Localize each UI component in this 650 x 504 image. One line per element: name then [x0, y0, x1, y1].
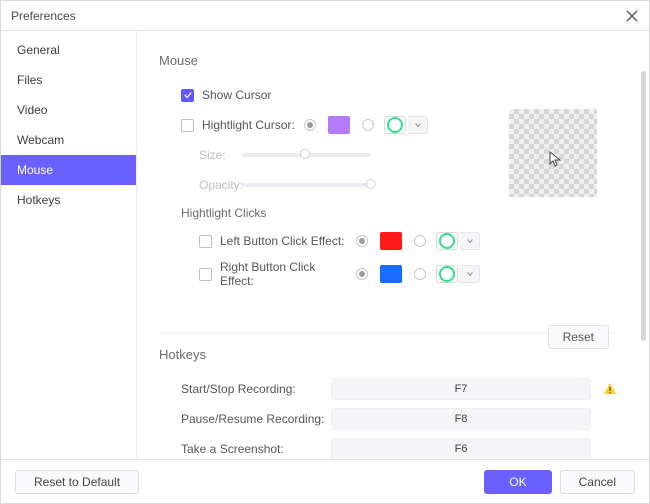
- sidebar-item-video[interactable]: Video: [1, 95, 136, 125]
- ok-button[interactable]: OK: [484, 470, 551, 494]
- right-click-ring-dropdown[interactable]: [460, 265, 480, 283]
- left-click-checkbox[interactable]: [199, 235, 212, 248]
- hotkey-label-pause: Pause/Resume Recording:: [181, 412, 331, 426]
- highlight-color-ring-radio[interactable]: [362, 119, 374, 131]
- window-title: Preferences: [11, 9, 625, 23]
- close-icon[interactable]: [625, 9, 639, 23]
- right-click-solid-radio[interactable]: [356, 268, 368, 280]
- show-cursor-checkbox[interactable]: [181, 89, 194, 102]
- opacity-label: Opacity:: [199, 178, 241, 192]
- size-slider-thumb[interactable]: [300, 149, 310, 159]
- highlight-cursor-label: Hightlight Cursor:: [202, 118, 298, 132]
- left-click-ring-dropdown[interactable]: [460, 232, 480, 250]
- scrollbar-thumb[interactable]: [641, 71, 646, 341]
- left-click-ring-swatch[interactable]: [436, 232, 458, 250]
- cursor-icon: [549, 151, 565, 167]
- left-click-label: Left Button Click Effect:: [220, 234, 350, 248]
- sidebar: General Files Video Webcam Mouse Hotkeys: [1, 31, 137, 459]
- sidebar-item-webcam[interactable]: Webcam: [1, 125, 136, 155]
- warning-icon: [603, 382, 617, 396]
- show-cursor-label: Show Cursor: [202, 88, 271, 102]
- sidebar-item-hotkeys[interactable]: Hotkeys: [1, 185, 136, 215]
- reset-to-default-button[interactable]: Reset to Default: [15, 470, 139, 494]
- hotkey-label-startstop: Start/Stop Recording:: [181, 382, 331, 396]
- sidebar-item-mouse[interactable]: Mouse: [1, 155, 136, 185]
- right-click-ring-radio[interactable]: [414, 268, 426, 280]
- hotkey-field-screenshot[interactable]: F6: [331, 438, 591, 459]
- opacity-slider-thumb[interactable]: [366, 179, 376, 189]
- hotkey-label-screenshot: Take a Screenshot:: [181, 442, 331, 456]
- hotkey-field-pause[interactable]: F8: [331, 408, 591, 430]
- preferences-window: Preferences General Files Video Webcam M…: [0, 0, 650, 504]
- highlight-color-solid-radio[interactable]: [304, 119, 316, 131]
- highlight-color-swatch[interactable]: [328, 116, 350, 134]
- sidebar-item-general[interactable]: General: [1, 35, 136, 65]
- right-click-swatch[interactable]: [380, 265, 402, 283]
- right-click-ring-swatch[interactable]: [436, 265, 458, 283]
- footer: Reset to Default OK Cancel: [1, 459, 649, 503]
- opacity-slider[interactable]: [241, 183, 371, 187]
- size-slider[interactable]: [241, 153, 371, 157]
- left-click-swatch[interactable]: [380, 232, 402, 250]
- titlebar: Preferences: [1, 1, 649, 31]
- section-heading-mouse: Mouse: [159, 53, 617, 68]
- highlight-cursor-checkbox[interactable]: [181, 119, 194, 132]
- reset-button[interactable]: Reset: [548, 325, 609, 349]
- section-heading-hotkeys: Hotkeys: [159, 347, 617, 362]
- highlight-ring-dropdown[interactable]: [408, 116, 428, 134]
- size-label: Size:: [199, 148, 241, 162]
- left-click-ring-radio[interactable]: [414, 235, 426, 247]
- highlight-clicks-heading: Hightlight Clicks: [159, 206, 617, 220]
- right-click-label: Right Button Click Effect:: [220, 260, 350, 288]
- right-click-checkbox[interactable]: [199, 268, 212, 281]
- highlight-ring-swatch[interactable]: [384, 116, 406, 134]
- left-click-solid-radio[interactable]: [356, 235, 368, 247]
- cursor-preview: [509, 109, 597, 197]
- content-pane: Mouse Show Cursor Hightlight Cursor:: [137, 31, 649, 459]
- cancel-button[interactable]: Cancel: [560, 470, 635, 494]
- sidebar-item-files[interactable]: Files: [1, 65, 136, 95]
- hotkey-field-startstop[interactable]: F7: [331, 378, 591, 400]
